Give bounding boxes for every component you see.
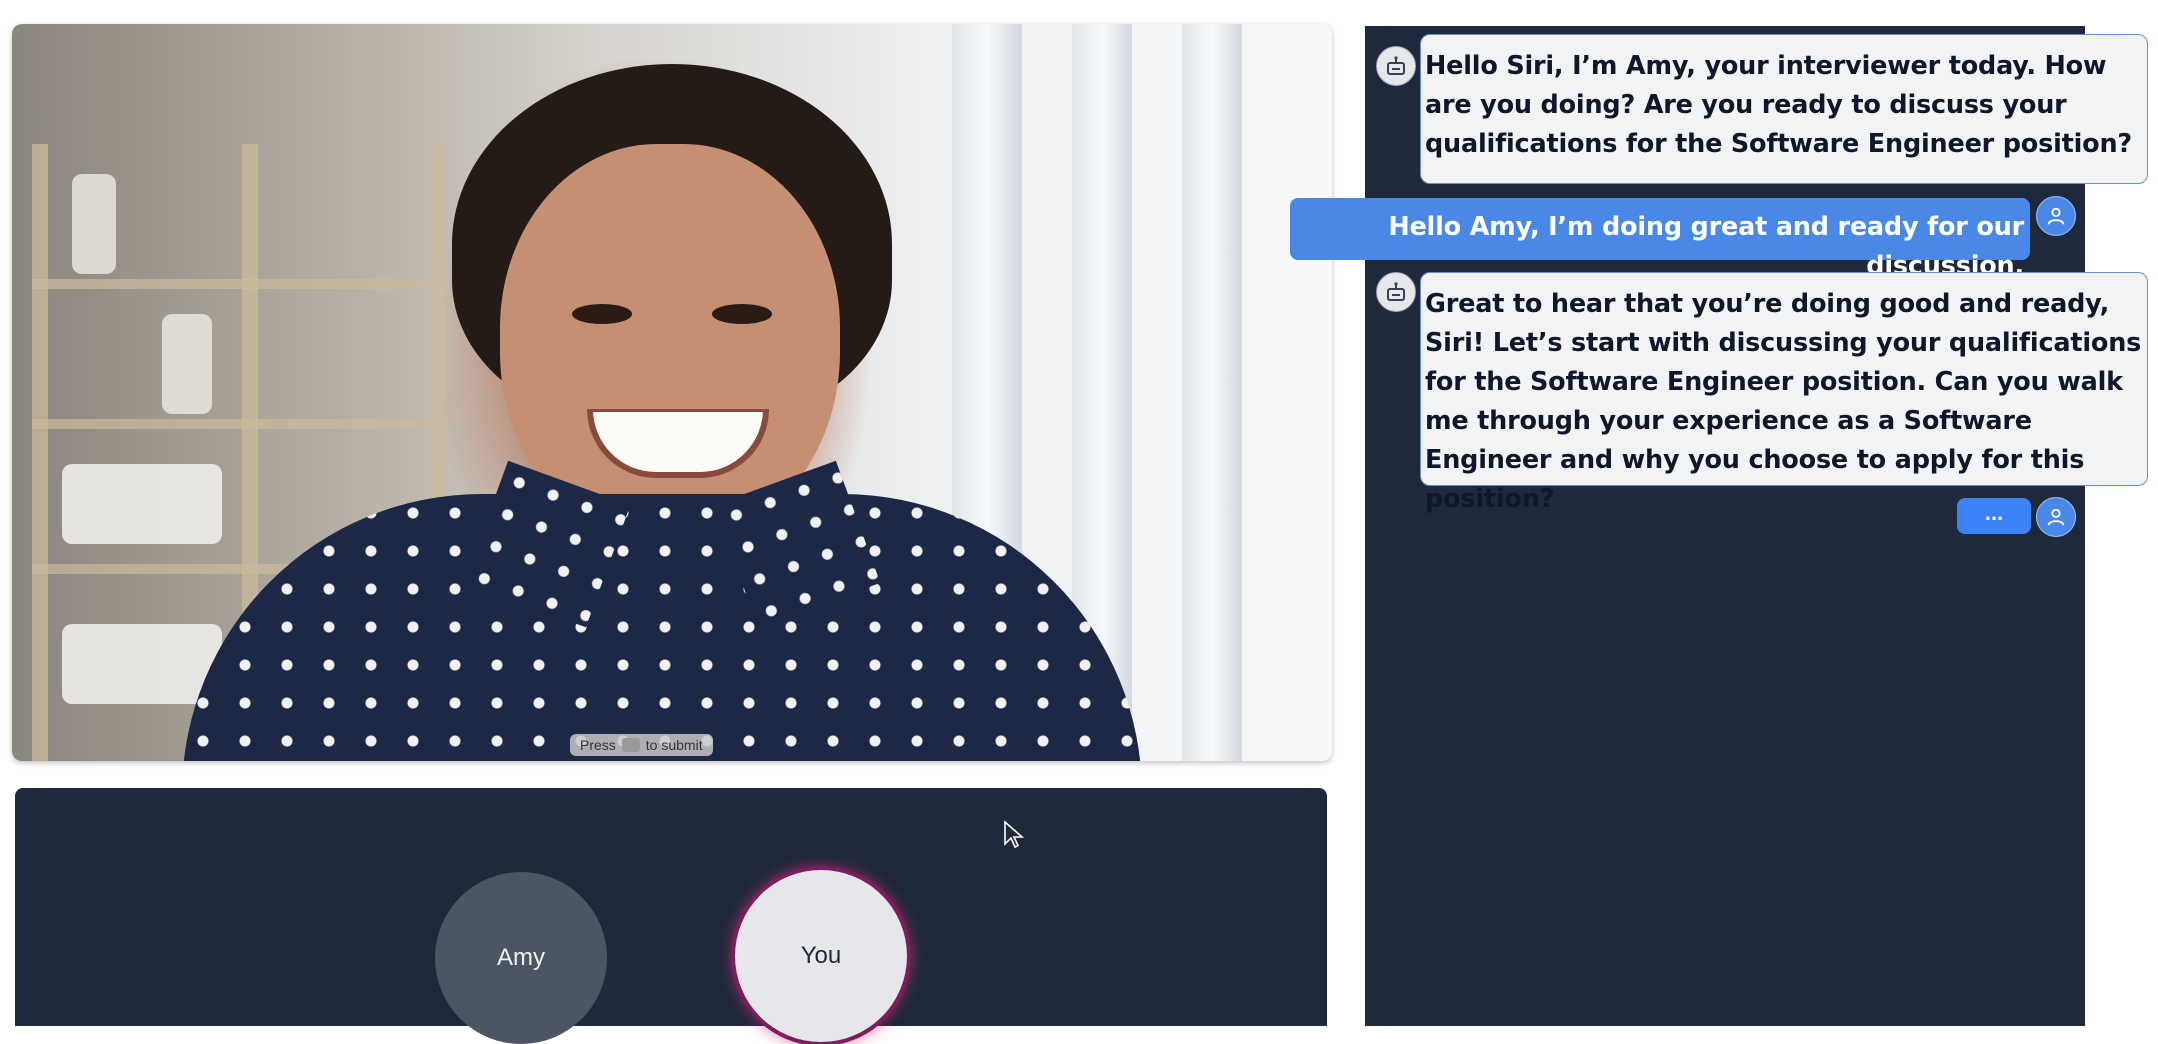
mouse-cursor-icon: [1004, 820, 1025, 849]
storage-box: [62, 624, 222, 704]
storage-box: [62, 464, 222, 544]
interviewer-video-feed: Press to submit: [12, 24, 1332, 761]
shelf-board: [32, 419, 442, 429]
person-eye: [712, 304, 772, 324]
participants-bar: Amy You: [15, 788, 1327, 1044]
shelf-board: [32, 279, 442, 289]
vase: [162, 314, 212, 414]
typing-indicator: ...: [1957, 498, 2031, 534]
submit-hint-suffix: to submit: [645, 737, 703, 753]
person-eye: [572, 304, 632, 324]
robot-icon: [1376, 46, 1416, 86]
participant-amy-label: Amy: [497, 944, 545, 971]
spacebar-key-icon: [621, 738, 640, 752]
participant-you-label: You: [800, 942, 842, 969]
user-icon: [2036, 196, 2076, 236]
robot-icon: [1376, 272, 1416, 312]
user-icon: [2036, 497, 2076, 537]
participant-you[interactable]: You: [735, 870, 907, 1042]
chat-message-interviewer: Great to hear that you’re doing good and…: [1420, 272, 2148, 514]
shelf-post: [32, 144, 48, 761]
chat-message-candidate: Hello Amy, I’m doing great and ready for…: [1290, 198, 2030, 281]
submit-hint-prefix: Press: [580, 737, 616, 753]
participant-amy[interactable]: Amy: [435, 872, 607, 1044]
submit-hint: Press to submit: [570, 734, 713, 756]
chat-message-interviewer: Hello Siri, I’m Amy, your interviewer to…: [1420, 34, 2148, 184]
curtain: [1182, 24, 1242, 761]
vase: [72, 174, 116, 274]
